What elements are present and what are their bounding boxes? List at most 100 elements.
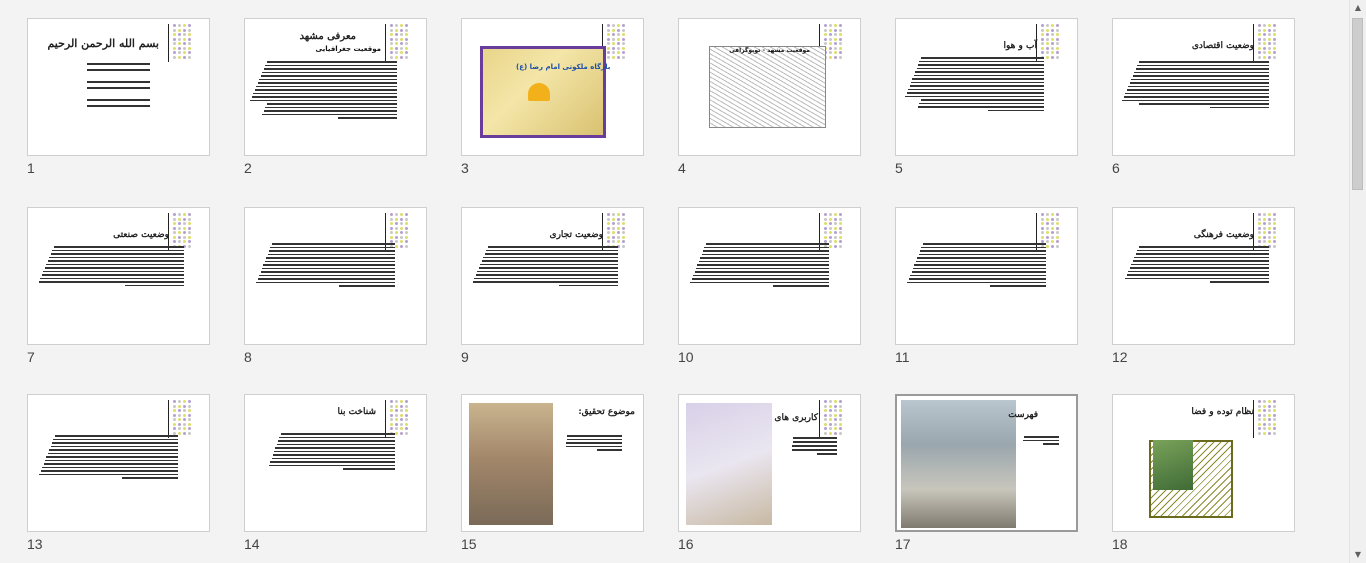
- slide-thumbnail-15[interactable]: موضوع تحقیق:: [461, 394, 644, 532]
- decoration-dot: [617, 51, 620, 54]
- text-line: [271, 457, 395, 459]
- decoration-dot: [188, 413, 191, 417]
- decoration-dot: [400, 418, 403, 421]
- decoration-dot: [1258, 235, 1261, 239]
- decoration-dot: [1041, 226, 1044, 230]
- text-line: [259, 274, 395, 276]
- decoration-dot: [173, 222, 176, 225]
- slide-thumbnail-10[interactable]: [678, 207, 861, 345]
- slide-thumbnail-6[interactable]: وضعیت اقتصادی: [1112, 18, 1295, 156]
- slide-number-8: 8: [244, 349, 252, 365]
- decoration-dot: [1258, 51, 1261, 54]
- slide-title: شناخت بنا: [337, 407, 377, 417]
- slide-thumbnail-1[interactable]: بسم الله الرحمن الرحیم: [27, 18, 210, 156]
- decoration-dot: [183, 400, 186, 403]
- decoration-dot: [183, 235, 186, 239]
- text-line: [905, 95, 1044, 97]
- slide-number-5: 5: [895, 160, 903, 176]
- decoration-dot: [1051, 226, 1054, 230]
- text-line: [1128, 85, 1269, 87]
- slide-thumbnail-2[interactable]: معرفی مشهد موقعیت جغرافیایی: [244, 18, 427, 156]
- decoration-dot: [178, 33, 181, 36]
- decoration-dot: [834, 431, 837, 435]
- slide-thumbnail-17[interactable]: فهرست: [895, 394, 1078, 532]
- decoration-dot: [1268, 240, 1271, 243]
- text-line: [691, 278, 829, 280]
- decoration-dot: [617, 28, 620, 32]
- decoration-dot: [617, 55, 620, 59]
- slide-thumbnail-8[interactable]: [244, 207, 427, 345]
- slide-body-text: [906, 243, 1046, 289]
- building-courtyard-photo: [901, 400, 1016, 528]
- slide-thumbnail-9[interactable]: وضعیت تجاری: [461, 207, 644, 345]
- decoration-dot: [1273, 55, 1276, 59]
- decoration-dot: [1268, 217, 1271, 221]
- decoration-dot: [1268, 418, 1271, 421]
- slide-thumbnail-12[interactable]: وضعیت فرهنگی: [1112, 207, 1295, 345]
- text-line: [907, 281, 1046, 283]
- slide-thumbnail-16[interactable]: کاربری های اطراف: [678, 394, 861, 532]
- text-line: [908, 278, 1046, 280]
- decoration-dot: [1258, 42, 1261, 45]
- text-line: [276, 443, 395, 445]
- text-line: [919, 60, 1044, 62]
- decoration-dot: [1258, 431, 1261, 435]
- text-line: [1126, 274, 1269, 276]
- scroll-up-arrow-icon[interactable]: ▲: [1350, 0, 1366, 16]
- decoration-dot: [617, 46, 620, 50]
- slide-thumbnail-18[interactable]: نظام توده و فضا: [1112, 394, 1295, 532]
- text-line: [920, 99, 1044, 101]
- slide-thumbnail-14[interactable]: شناخت بنا: [244, 394, 427, 532]
- decoration-dot: [824, 413, 827, 417]
- decoration-dot: [173, 213, 176, 216]
- decoration-dot: [622, 28, 625, 32]
- decoration-dot: [400, 400, 403, 403]
- decoration-dot: [824, 42, 827, 45]
- text-line: [1138, 246, 1269, 248]
- decoration-dot: [405, 33, 408, 36]
- map-caption: موقعیت مشهد - توپوگرافی: [729, 47, 810, 54]
- decoration-dot: [395, 409, 398, 412]
- slide-thumbnail-5[interactable]: آب و هوا: [895, 18, 1078, 156]
- decoration-dot: [178, 213, 181, 216]
- text-line: [990, 285, 1046, 287]
- text-line: [558, 284, 618, 286]
- text-line: [38, 281, 184, 283]
- scroll-down-arrow-icon[interactable]: ▼: [1350, 547, 1366, 563]
- text-line: [266, 61, 397, 63]
- decoration-dot: [395, 213, 398, 216]
- slide-thumbnail-11[interactable]: [895, 207, 1078, 345]
- decoration-dot: [607, 217, 610, 221]
- decoration-dot: [839, 231, 842, 234]
- text-line: [260, 271, 395, 273]
- slide-thumbnail-4[interactable]: موقعیت مشهد - توپوگرافی: [678, 18, 861, 156]
- decoration-dot: [1263, 226, 1266, 230]
- decoration-dot: [612, 51, 615, 54]
- decoration-dot: [829, 422, 832, 426]
- decoration-dot: [1046, 244, 1049, 248]
- decoration-dot: [617, 24, 620, 27]
- slide-title: آب و هوا: [1003, 41, 1037, 51]
- decoration-dot: [607, 24, 610, 27]
- vertical-scrollbar[interactable]: ▲ ▼: [1349, 0, 1366, 563]
- text-line: [1129, 267, 1269, 269]
- decoration-dot: [188, 217, 191, 221]
- scroll-thumb[interactable]: [1352, 18, 1363, 190]
- text-line: [269, 250, 395, 252]
- decoration-dot: [1273, 240, 1276, 243]
- decoration-dot: [612, 235, 615, 239]
- decoration-dot: [1258, 46, 1261, 50]
- decoration-bar: [168, 24, 169, 62]
- decoration-dot: [188, 42, 191, 45]
- text-line: [1043, 443, 1059, 445]
- slide-thumbnail-7[interactable]: وضعیت صنعتی: [27, 207, 210, 345]
- slide-thumbnail-3[interactable]: بارگاه ملکوتی امام رضا (ع): [461, 18, 644, 156]
- decoration-dot: [395, 427, 398, 430]
- decoration-dot: [1056, 37, 1059, 41]
- slide-title: وضعیت تجاری: [549, 230, 603, 240]
- text-line: [1129, 82, 1269, 84]
- text-line: [256, 85, 397, 87]
- slide-thumbnail-13[interactable]: [27, 394, 210, 532]
- decoration-dot: [834, 33, 837, 36]
- decoration-dot: [1258, 222, 1261, 225]
